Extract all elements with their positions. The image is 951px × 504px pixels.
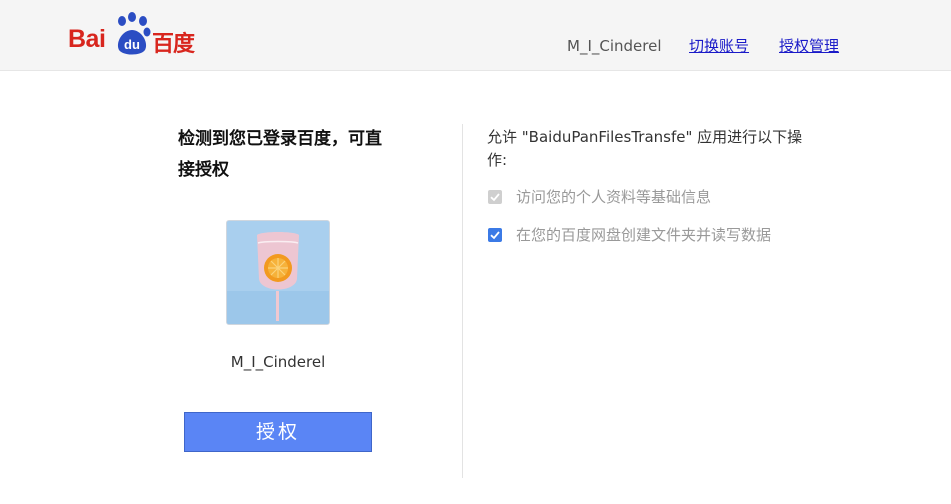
top-header: Bai du 百度 M_I_Cinderel 切换账号 授权管理 [0,0,951,71]
login-detected-title: 检测到您已登录百度，可直接授权 [178,129,382,180]
user-avatar [226,220,330,325]
logo-paw-text: du [124,37,140,52]
logo-chinese-text: 百度 [152,32,195,57]
authorize-button[interactable]: 授权 [184,412,372,452]
checkbox-netdisk-rw[interactable] [488,228,502,242]
avatar-image [227,221,329,324]
paw-icon: du [117,12,151,55]
permission-description: 允许 "BaiduPanFilesTransfe" 应用进行以下操作: [487,128,803,169]
permission-label-basic-info: 访问您的个人资料等基础信息 [516,188,712,206]
switch-account-link[interactable]: 切换账号 [689,37,749,55]
checkbox-basic-info [488,190,502,204]
logo-latin-text: Bai [68,25,106,53]
header-username: M_I_Cinderel [567,37,662,55]
baidu-logo[interactable]: Bai du 百度 [68,12,208,58]
check-icon [490,231,500,240]
avatar-username: M_I_Cinderel [230,353,326,371]
permission-label-netdisk-rw: 在您的百度网盘创建文件夹并读写数据 [516,226,772,244]
check-icon [490,193,500,202]
auth-manage-link[interactable]: 授权管理 [779,37,839,55]
panel-divider [462,124,463,478]
